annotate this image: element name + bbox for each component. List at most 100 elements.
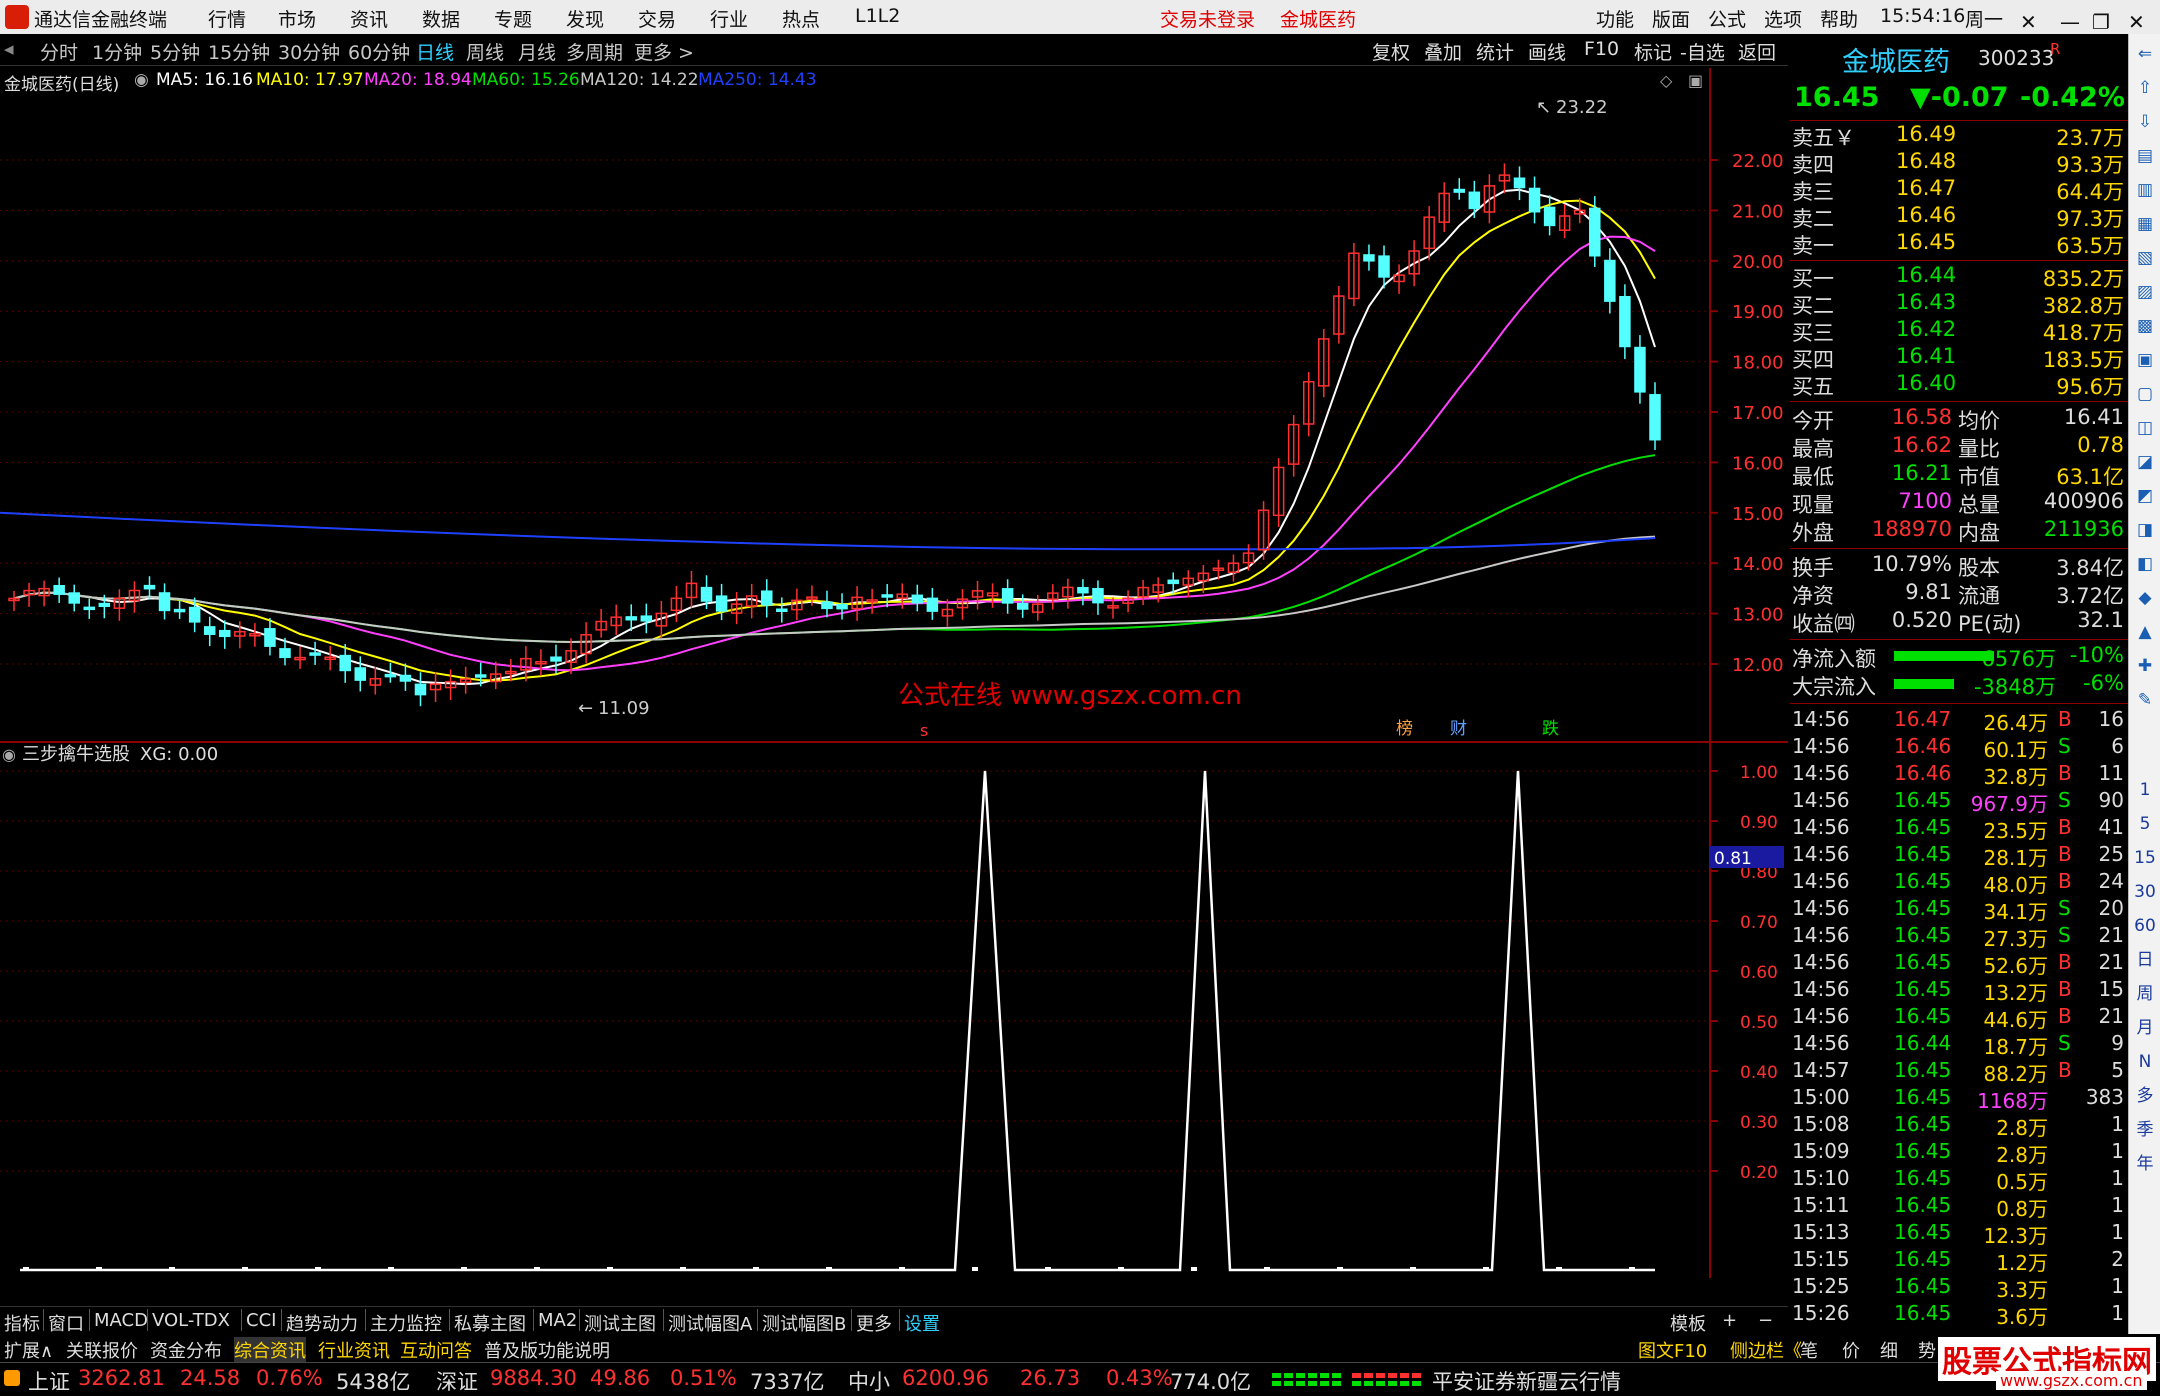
menu-faxian[interactable]: 发现 <box>566 5 604 32</box>
indicator-tab[interactable]: 更多 <box>856 1310 892 1336</box>
bid-row[interactable]: 买三 16.42 418.7万 <box>1790 317 2128 345</box>
sidebar-period-label[interactable]: 年 <box>2133 1152 2157 1176</box>
ask-row[interactable]: 卖四 16.48 93.3万 <box>1790 149 2128 177</box>
bid-row[interactable]: 买一 16.44 835.2万 <box>1790 263 2128 291</box>
period-weekly[interactable]: 周线 <box>466 38 504 65</box>
sidebar-tool-icon[interactable]: ◧ <box>2133 552 2157 576</box>
sidebar-period-label[interactable]: 1 <box>2133 778 2157 802</box>
menu-banmian[interactable]: 版面 <box>1652 5 1690 32</box>
menu-gongneng[interactable]: 功能 <box>1596 5 1634 32</box>
ext-tab[interactable]: 资金分布 <box>150 1337 222 1363</box>
btn-zixuan[interactable]: -自选 <box>1680 38 1725 65</box>
sidebar-tool-icon[interactable]: ▦ <box>2133 212 2157 236</box>
period-5min[interactable]: 5分钟 <box>150 38 200 65</box>
btn-diejia[interactable]: 叠加 <box>1424 38 1462 65</box>
sidebar-period-label[interactable]: N <box>2133 1050 2157 1074</box>
indicator-tab[interactable]: CCI <box>246 1310 276 1331</box>
btn-tongji[interactable]: 统计 <box>1476 38 1514 65</box>
sidebar-tool-icon[interactable]: ⇐ <box>2133 42 2157 66</box>
period-15min[interactable]: 15分钟 <box>208 38 270 65</box>
sidebar-period-label[interactable]: 5 <box>2133 812 2157 836</box>
close-icon[interactable]: ✕ <box>2128 10 2145 34</box>
sidebar-period-label[interactable]: 60 <box>2133 914 2157 938</box>
menu-zhuanti[interactable]: 专题 <box>494 5 532 32</box>
period-more[interactable]: 更多 > <box>634 38 694 65</box>
ask-row[interactable]: 卖一 16.45 63.5万 <box>1790 230 2128 258</box>
period-fenshi[interactable]: 分时 <box>40 38 78 65</box>
period-daily[interactable]: 日线 <box>416 38 454 65</box>
right-ext-tab[interactable]: 势 <box>1918 1337 1936 1363</box>
period-1min[interactable]: 1分钟 <box>92 38 142 65</box>
sidebar-tool-icon[interactable]: ⇧ <box>2133 76 2157 100</box>
chart-canvas[interactable]: 22.00 21.00 20.00 19.00 18.00 17.00 16.00 15.00… <box>0 68 1788 1278</box>
menu-l1l2[interactable]: L1L2 <box>855 5 900 27</box>
menu-xuanxiang[interactable]: 选项 <box>1764 5 1802 32</box>
period-60min[interactable]: 60分钟 <box>348 38 410 65</box>
indicator-tab[interactable]: VOL-TDX <box>152 1310 230 1331</box>
ask-row[interactable]: 卖五￥ 16.49 23.7万 <box>1790 122 2128 150</box>
menu-bangzhu[interactable]: 帮助 <box>1820 5 1858 32</box>
btn-fanhui[interactable]: 返回 <box>1738 38 1776 65</box>
right-ext-tab[interactable]: 价 <box>1842 1337 1860 1363</box>
indicator-tab[interactable]: 私募主图 <box>454 1310 526 1336</box>
ask-row[interactable]: 卖二 16.46 97.3万 <box>1790 203 2128 231</box>
period-multi[interactable]: 多周期 <box>566 38 623 65</box>
right-ext-tab[interactable]: 细 <box>1880 1337 1898 1363</box>
ext-tab[interactable]: 互动问答 <box>400 1337 472 1363</box>
collapse-icon[interactable]: ◂ <box>4 38 14 60</box>
sidebar-tool-icon[interactable]: ⇩ <box>2133 110 2157 134</box>
sidebar-tool-icon[interactable]: ◆ <box>2133 586 2157 610</box>
menu-shuju[interactable]: 数据 <box>422 5 460 32</box>
indicator-tab[interactable]: MA2 <box>538 1310 577 1331</box>
kline-chart-area[interactable]: 22.00 21.00 20.00 19.00 18.00 17.00 16.00 15.00… <box>0 68 1788 1278</box>
index-name[interactable]: 上证 <box>28 1366 70 1396</box>
ext-tab[interactable]: 普及版功能说明 <box>484 1337 610 1363</box>
trade-status[interactable]: 交易未登录 <box>1160 5 1255 32</box>
sidebar-tool-icon[interactable]: ▲ <box>2133 620 2157 644</box>
sidebar-tool-icon[interactable]: ◩ <box>2133 484 2157 508</box>
add-window-button[interactable]: + <box>1722 1310 1737 1331</box>
indicator-tab[interactable]: 测试幅图A <box>668 1310 752 1336</box>
minimize-icon[interactable]: — <box>2060 10 2080 34</box>
sidebar-tool-icon[interactable]: ◪ <box>2133 450 2157 474</box>
menu-zixun[interactable]: 资讯 <box>350 5 388 32</box>
menu-shichang[interactable]: 市场 <box>278 5 316 32</box>
btn-fuquan[interactable]: 复权 <box>1372 38 1410 65</box>
menu-gongshi[interactable]: 公式 <box>1708 5 1746 32</box>
indicator-tab[interactable]: 主力监控 <box>370 1310 442 1336</box>
sidebar-period-label[interactable]: 周 <box>2133 982 2157 1006</box>
sidebar-tool-icon[interactable]: ▨ <box>2133 280 2157 304</box>
ext-tab[interactable]: 扩展∧ <box>4 1337 53 1363</box>
index-name[interactable]: 深证 <box>436 1366 478 1396</box>
right-ext-tab[interactable]: 侧边栏《 <box>1730 1337 1802 1363</box>
sidebar-period-label[interactable]: 30 <box>2133 880 2157 904</box>
indicator-tab[interactable]: 趋势动力 <box>286 1310 358 1336</box>
sidebar-period-label[interactable]: 月 <box>2133 1016 2157 1040</box>
indicator-tab[interactable]: 指标 <box>4 1310 40 1336</box>
right-ext-tab[interactable]: 图文F10 <box>1638 1337 1707 1363</box>
ext-tab[interactable]: 关联报价 <box>66 1337 138 1363</box>
sidebar-period-label[interactable]: 15 <box>2133 846 2157 870</box>
ext-tab[interactable]: 综合资讯 <box>234 1337 306 1363</box>
right-ext-tab[interactable]: 笔 <box>1800 1337 1818 1363</box>
sidebar-tool-icon[interactable]: ◨ <box>2133 518 2157 542</box>
indicator-tab[interactable]: 窗口 <box>48 1310 84 1336</box>
ask-row[interactable]: 卖三 16.47 64.4万 <box>1790 176 2128 204</box>
remove-window-button[interactable]: − <box>1758 1310 1773 1331</box>
restore-icon[interactable]: ❐ <box>2092 10 2110 34</box>
sidebar-tool-icon[interactable]: ▧ <box>2133 246 2157 270</box>
sidebar-period-label[interactable]: 季 <box>2133 1118 2157 1142</box>
menu-jiaoyi[interactable]: 交易 <box>638 5 676 32</box>
bid-row[interactable]: 买五 16.40 95.6万 <box>1790 371 2128 399</box>
period-monthly[interactable]: 月线 <box>518 38 556 65</box>
dropdown-icon[interactable]: ✕ <box>2020 10 2037 34</box>
sidebar-tool-icon[interactable]: ▢ <box>2133 382 2157 406</box>
btn-biaoji[interactable]: 标记 <box>1634 38 1672 65</box>
legend-toggle-icon[interactable]: ◉ <box>134 70 149 90</box>
sidebar-tool-icon[interactable]: ▣ <box>2133 348 2157 372</box>
sidebar-tool-icon[interactable]: ▩ <box>2133 314 2157 338</box>
index-name[interactable]: 中小 <box>848 1366 890 1396</box>
sidebar-period-label[interactable]: 日 <box>2133 948 2157 972</box>
sidebar-tool-icon[interactable]: ▤ <box>2133 144 2157 168</box>
menu-redian[interactable]: 热点 <box>782 5 820 32</box>
